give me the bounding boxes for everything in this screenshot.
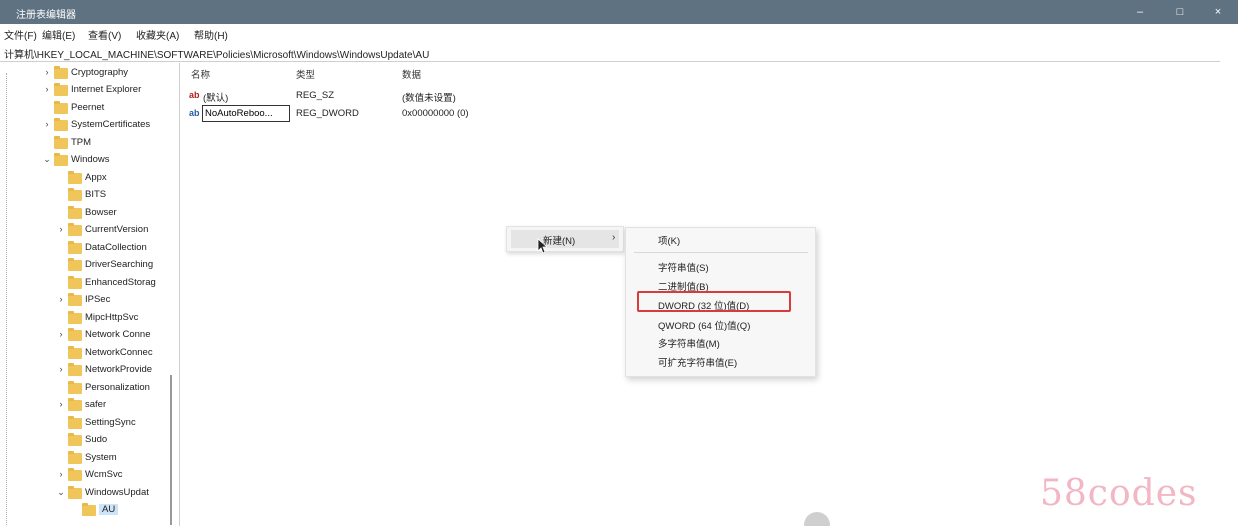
menu-file[interactable]: 文件(F) — [4, 27, 37, 42]
string-value-icon: ab — [189, 90, 200, 100]
value-row[interactable]: ab REG_DWORD 0x00000000 (0) — [189, 105, 589, 123]
value-name: (默认) — [203, 93, 229, 104]
avatar-icon — [804, 512, 830, 526]
folder-icon — [68, 468, 82, 481]
folder-icon — [68, 171, 82, 184]
folder-icon — [68, 486, 82, 499]
mouse-cursor-icon — [537, 238, 547, 254]
expand-arrow-icon[interactable]: › — [56, 329, 66, 339]
value-type: REG_SZ — [296, 90, 335, 101]
menu-help[interactable]: 帮助(H) — [194, 27, 228, 42]
submenu-item-expandable-string[interactable]: 可扩充字符串值(E) — [630, 353, 810, 370]
expand-arrow-icon[interactable]: ⌄ — [56, 487, 66, 498]
submenu-item-string[interactable]: 字符串值(S) — [630, 258, 810, 275]
folder-icon — [68, 451, 82, 464]
value-row[interactable]: ab (默认) REG_SZ (数值未设置) — [189, 87, 589, 105]
folder-icon — [68, 293, 82, 306]
value-data: 0x00000000 (0) — [402, 108, 469, 119]
expand-arrow-icon[interactable]: ⌄ — [42, 154, 52, 165]
folder-icon — [68, 188, 82, 201]
folder-icon — [68, 346, 82, 359]
registry-tree: › Cryptography › Internet Explorer Peernet… — [0, 63, 180, 526]
column-header-name[interactable]: 名称 — [191, 67, 210, 81]
folder-icon — [68, 328, 82, 341]
minimize-button[interactable]: – — [1130, 3, 1150, 21]
context-menu: 新建(N) › — [506, 226, 624, 252]
folder-icon — [68, 258, 82, 271]
folder-icon — [54, 101, 68, 114]
address-path: 计算机\HKEY_LOCAL_MACHINE\SOFTWARE\Policies… — [4, 50, 430, 61]
expand-arrow-icon[interactable]: › — [56, 224, 66, 234]
folder-icon — [54, 66, 68, 79]
column-header-type[interactable]: 类型 — [296, 67, 315, 81]
tree-scrollbar[interactable] — [170, 375, 172, 525]
folder-icon — [68, 206, 82, 219]
maximize-button[interactable]: □ — [1170, 3, 1190, 21]
close-button[interactable]: × — [1208, 3, 1228, 21]
chevron-right-icon: › — [612, 232, 616, 243]
expand-arrow-icon[interactable]: › — [42, 84, 52, 94]
title-bar: 注册表编辑器 – □ × — [0, 0, 1238, 24]
folder-icon — [68, 223, 82, 236]
expand-arrow-icon[interactable]: › — [56, 399, 66, 409]
dword-highlight-box — [637, 291, 791, 312]
value-data: (数值未设置) — [402, 93, 456, 104]
menu-bar: 文件(F) 编辑(E) 查看(V) 收藏夹(A) 帮助(H) — [0, 24, 1238, 42]
folder-icon — [82, 503, 96, 516]
submenu-item-qword[interactable]: QWORD (64 位)值(Q) — [630, 316, 810, 333]
faded-overlay — [800, 512, 1220, 526]
submenu-item-multi-string[interactable]: 多字符串值(M) — [630, 334, 810, 351]
context-menu-new[interactable]: 新建(N) › — [511, 230, 619, 248]
column-header-data[interactable]: 数据 — [402, 67, 421, 81]
folder-icon — [68, 276, 82, 289]
expand-arrow-icon[interactable]: › — [42, 67, 52, 77]
folder-icon — [68, 433, 82, 446]
expand-arrow-icon[interactable]: › — [56, 294, 66, 304]
rename-input[interactable] — [202, 105, 290, 122]
watermark-text: 58codes — [1040, 473, 1198, 514]
folder-icon — [68, 416, 82, 429]
window-title: 注册表编辑器 — [16, 10, 76, 21]
value-type: REG_DWORD — [296, 108, 359, 119]
new-submenu: 项(K) 字符串值(S) 二进制值(B) DWORD (32 位)值(D) QW… — [625, 227, 816, 377]
expand-arrow-icon[interactable]: › — [56, 364, 66, 374]
dword-value-icon: ab — [189, 108, 200, 118]
expand-arrow-icon[interactable]: › — [42, 119, 52, 129]
submenu-separator — [634, 252, 808, 253]
tree-guide-line — [6, 73, 7, 526]
folder-icon — [54, 118, 68, 131]
menu-favorites[interactable]: 收藏夹(A) — [136, 27, 179, 42]
folder-icon — [54, 136, 68, 149]
submenu-item-key[interactable]: 项(K) — [630, 231, 810, 248]
folder-icon — [68, 241, 82, 254]
menu-view[interactable]: 查看(V) — [88, 27, 121, 42]
address-bar[interactable]: 计算机\HKEY_LOCAL_MACHINE\SOFTWARE\Policies… — [0, 42, 1220, 62]
folder-icon — [68, 398, 82, 411]
expand-arrow-icon[interactable]: › — [56, 469, 66, 479]
folder-icon — [54, 83, 68, 96]
folder-icon — [68, 381, 82, 394]
menu-edit[interactable]: 编辑(E) — [42, 27, 75, 42]
folder-icon — [54, 153, 68, 166]
folder-icon — [68, 363, 82, 376]
folder-icon — [68, 311, 82, 324]
